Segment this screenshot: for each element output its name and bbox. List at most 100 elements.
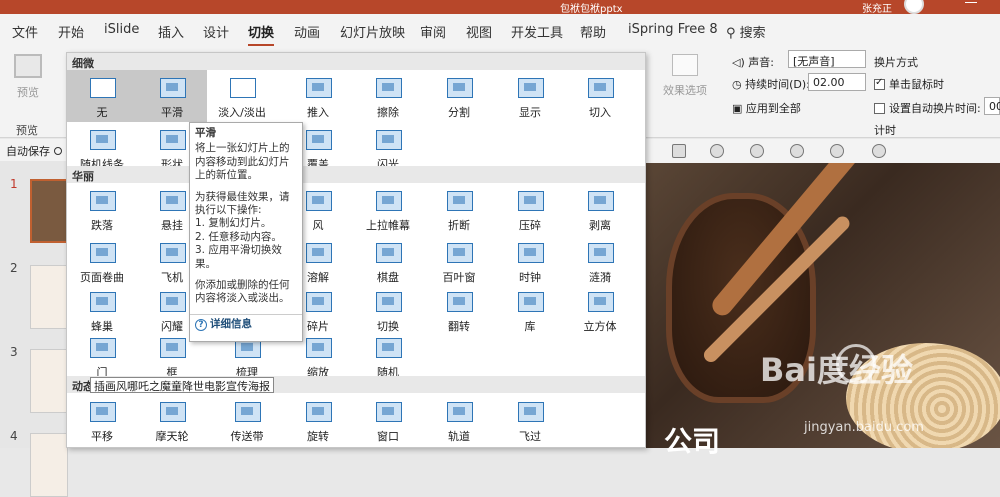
- transition-flip[interactable]: 翻转: [424, 284, 494, 336]
- transition-fade-icon: [230, 78, 256, 98]
- transition-clock[interactable]: 时钟: [495, 235, 565, 287]
- preview-button[interactable]: 预览: [8, 52, 48, 102]
- transition-doors-icon: [90, 338, 116, 358]
- slide-thumbnails: 1 2 3 4: [0, 161, 68, 497]
- transition-doors[interactable]: 门: [67, 330, 137, 382]
- tab-transitions[interactable]: 切换: [248, 22, 275, 47]
- timing-group: ◁) 声音: [无声音] ◷ 持续时间(D): 02.00 ▣ 应用到全部 换片…: [726, 46, 1000, 138]
- shape-icon[interactable]: [750, 144, 764, 158]
- transition-cut-icon: [588, 78, 614, 98]
- transition-morph[interactable]: 平滑: [137, 70, 207, 122]
- shape-icon[interactable]: [872, 144, 886, 158]
- transition-switch[interactable]: 切换: [353, 284, 423, 336]
- align-icon[interactable]: [672, 144, 686, 158]
- tab-slideshow[interactable]: 幻灯片放映: [340, 22, 405, 41]
- duration-input[interactable]: 02.00: [808, 73, 866, 91]
- transition-none[interactable]: 无: [67, 70, 137, 122]
- slide-thumbnail-3[interactable]: [30, 349, 68, 413]
- transition-ferris-wheel[interactable]: 摩天轮: [137, 394, 207, 446]
- autosave-toggle[interactable]: 自动保存: [0, 139, 68, 161]
- transition-gallery-effect[interactable]: 库: [495, 284, 565, 336]
- transition-checkerboard[interactable]: 棋盘: [353, 235, 423, 287]
- slide-thumbnail-2[interactable]: [30, 265, 68, 329]
- apply-all-button[interactable]: ▣ 应用到全部: [732, 100, 801, 116]
- transition-ferris-wheel-icon: [160, 402, 186, 422]
- tab-review[interactable]: 审阅: [420, 22, 446, 41]
- transition-orbit[interactable]: 轨道: [424, 394, 494, 446]
- tab-view[interactable]: 视图: [466, 22, 492, 41]
- transition-crush-icon: [518, 191, 544, 211]
- transition-window[interactable]: 窗口: [353, 394, 423, 446]
- tab-help[interactable]: 帮助: [580, 22, 606, 41]
- on-click-checkbox[interactable]: 单击鼠标时: [874, 76, 944, 92]
- slide-thumbnail-4[interactable]: [30, 433, 68, 497]
- tooltip-title: 平滑: [195, 127, 216, 139]
- transition-reveal-icon: [518, 78, 544, 98]
- slide-thumbnail-1[interactable]: [30, 179, 68, 243]
- transition-random[interactable]: 随机: [353, 330, 423, 382]
- transition-shred-icon: [306, 292, 332, 312]
- user-name[interactable]: 张充正: [862, 0, 892, 15]
- minimize-icon[interactable]: [965, 2, 977, 3]
- transition-zoom-icon: [306, 338, 332, 358]
- slide-number: 4: [10, 429, 18, 443]
- auto-after-checkbox[interactable]: 设置自动换片时间:: [874, 100, 981, 116]
- effect-options-button[interactable]: 效果选项: [662, 54, 708, 98]
- tab-file[interactable]: 文件: [12, 22, 38, 41]
- transition-pan[interactable]: 平移: [67, 394, 137, 446]
- transition-fade[interactable]: 淡入/淡出: [207, 70, 277, 122]
- transition-fly-through[interactable]: 飞过: [495, 394, 565, 446]
- search-label: 搜索: [739, 26, 766, 41]
- slide-number: 2: [10, 261, 18, 275]
- watermark-url: jingyan.baidu.com: [804, 420, 924, 435]
- transition-fly-through-icon: [518, 402, 544, 422]
- transition-push[interactable]: 推入: [283, 70, 353, 122]
- avatar[interactable]: [904, 0, 924, 14]
- transition-wipe[interactable]: 擦除: [353, 70, 423, 122]
- transition-honeycomb-icon: [90, 292, 116, 312]
- transition-window-icon: [376, 402, 402, 422]
- transition-cut[interactable]: 切入: [565, 70, 635, 122]
- tab-animations[interactable]: 动画: [294, 22, 320, 41]
- transition-wind-icon: [306, 191, 332, 211]
- transition-curtains[interactable]: 上拉帷幕: [353, 183, 423, 235]
- shape-icon[interactable]: [710, 144, 724, 158]
- tab-insert[interactable]: 插入: [158, 22, 184, 41]
- transition-box-icon: [160, 338, 186, 358]
- shape-icon[interactable]: [830, 144, 844, 158]
- transition-reveal[interactable]: 显示: [495, 70, 565, 122]
- transition-page-curl[interactable]: 页面卷曲: [67, 235, 137, 287]
- transition-rotate[interactable]: 旋转: [283, 394, 353, 446]
- transition-crush[interactable]: 压碎: [495, 183, 565, 235]
- more-info-link[interactable]: ? 详细信息: [195, 318, 297, 331]
- transition-push-icon: [306, 78, 332, 98]
- auto-after-input[interactable]: 00: [984, 97, 1000, 115]
- transition-wipe-icon: [376, 78, 402, 98]
- transition-fracture[interactable]: 折断: [424, 183, 494, 235]
- transition-clock-icon: [518, 243, 544, 263]
- tab-design[interactable]: 设计: [203, 22, 229, 41]
- transition-page-curl-icon: [90, 243, 116, 263]
- transition-fall-over[interactable]: 跌落: [67, 183, 137, 235]
- transition-conveyor-icon: [235, 402, 261, 422]
- tab-islide[interactable]: iSlide: [104, 22, 139, 37]
- tab-home[interactable]: 开始: [58, 22, 84, 41]
- clock-icon: ◷: [732, 78, 742, 91]
- tab-developer[interactable]: 开发工具: [511, 22, 563, 41]
- slide-canvas[interactable]: [646, 163, 1000, 448]
- transition-blinds[interactable]: 百叶窗: [424, 235, 494, 287]
- shape-icon[interactable]: [790, 144, 804, 158]
- tab-ispring[interactable]: iSpring Free 8: [628, 22, 718, 37]
- transition-peel-off[interactable]: 剥离: [565, 183, 635, 235]
- transition-dissolve-icon: [306, 243, 332, 263]
- title-bar: 包袱包袱pptx 张充正: [0, 0, 1000, 15]
- transition-split[interactable]: 分割: [424, 70, 494, 122]
- search-box[interactable]: ⚲ 搜索: [726, 22, 766, 41]
- transition-conveyor[interactable]: 传送带: [212, 394, 282, 446]
- transition-fracture-icon: [447, 191, 473, 211]
- transition-cube[interactable]: 立方体: [565, 284, 635, 336]
- transition-ripple[interactable]: 涟漪: [565, 235, 635, 287]
- transition-flash-icon: [376, 130, 402, 150]
- transition-honeycomb[interactable]: 蜂巢: [67, 284, 137, 336]
- sound-select[interactable]: [无声音]: [788, 50, 866, 68]
